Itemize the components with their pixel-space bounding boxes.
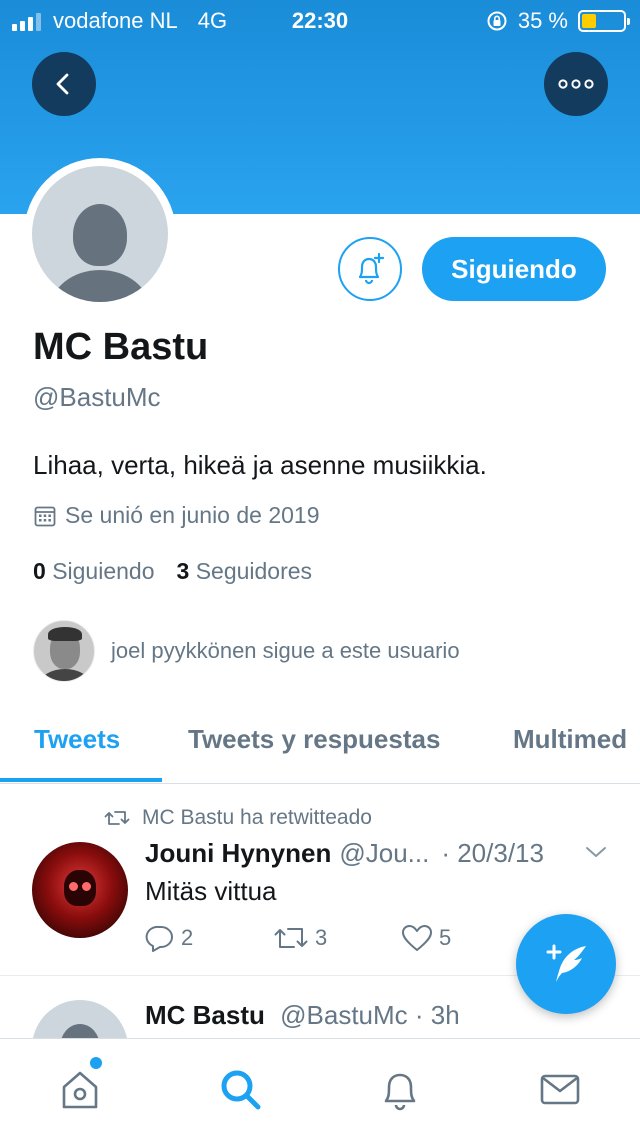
tab-media[interactable]: Multimed [513,724,627,755]
tweet-text: Mitäs vittua [145,876,277,906]
chevron-down-icon[interactable] [584,844,608,860]
heart-icon [402,925,432,951]
tweet-header: Jouni Hynynen @Jou... · 20/3/13 [145,838,615,869]
back-arrow-icon [56,73,69,95]
bottom-tab-bar [0,1038,640,1136]
back-button[interactable] [32,52,96,116]
nav-messages[interactable] [536,1065,584,1113]
battery-fill [582,14,596,28]
retweet-note: MC Bastu ha retwitteado [142,806,372,829]
tweet-author-avatar[interactable] [32,842,128,938]
like-count: 5 [439,925,452,950]
tweet-date: · 3h [414,1000,460,1030]
tweet-actions: 2 3 5 [145,924,529,952]
followed-by-text: joel pyykkönen sigue a este usuario [111,638,460,663]
more-options-button[interactable] [544,52,608,116]
nav-search[interactable] [216,1065,264,1113]
messages-envelope-icon [540,1074,580,1105]
like-button[interactable]: 5 [401,924,529,952]
calendar-icon [34,506,56,526]
reply-count: 2 [181,925,194,950]
followers-label: Seguidores [195,558,313,584]
retweet-icon [104,811,130,825]
following-label: Siguiendo [52,558,155,584]
tweet-author-handle: @BastuMc [280,1000,408,1030]
following-count-link[interactable]: 0 Siguiendo [33,558,155,585]
joined-label: Se unió en junio de 2019 [65,502,320,528]
retweet-count: 3 [315,925,328,950]
nav-notifications[interactable] [376,1065,424,1113]
search-icon [221,1070,261,1110]
notifications-toggle-button[interactable] [338,237,402,301]
notifications-bell-icon [384,1073,416,1111]
reply-button[interactable]: 2 [145,924,273,952]
active-tab-indicator [0,778,162,782]
home-icon [62,1071,98,1109]
status-bar: vodafone NL 4G 22:30 35 % [0,0,640,40]
retweet-context: MC Bastu ha retwitteado [104,806,372,830]
tab-tweets-replies[interactable]: Tweets y respuestas [188,724,440,755]
profile-display-name: MC Bastu [33,326,209,368]
followed-by-row[interactable]: joel pyykkönen sigue a este usuario [33,620,460,682]
following-button[interactable]: Siguiendo [422,237,606,301]
tweet-author-name[interactable]: MC Bastu [145,1000,265,1030]
following-count: 0 [33,558,46,584]
bell-plus-icon [358,252,385,285]
retweet-button[interactable]: 3 [273,924,401,952]
profile-handle: @BastuMc [33,382,161,412]
follow-counts: 0 Siguiendo 3 Seguidores [33,558,312,585]
joined-date: Se unió en junio de 2019 [33,502,320,529]
compose-tweet-button[interactable] [516,914,616,1014]
profile-avatar[interactable] [24,158,176,310]
default-avatar-icon [32,166,168,302]
more-dots-icon [558,79,594,89]
nav-home[interactable] [56,1065,104,1113]
tab-tweets[interactable]: Tweets [34,724,120,755]
new-content-indicator [90,1057,102,1069]
follower-avatar [33,620,95,682]
tweet-header: MC Bastu @BastuMc · 3h [145,1000,460,1031]
retweet-icon [274,928,308,948]
followers-count: 3 [176,558,190,584]
battery-percent: 35 % [517,8,568,33]
reply-icon [145,925,173,952]
tweet-author-handle: @Jou... [339,838,430,868]
profile-tabs: Tweets Tweets y respuestas Multimed [0,712,640,784]
compose-feather-icon [546,944,586,982]
tweet-author-name[interactable]: Jouni Hynynen [145,838,331,869]
battery-icon [578,10,630,32]
profile-bio: Lihaa, verta, hikeä ja asenne musiikkia. [33,450,487,480]
rotation-lock-icon [487,11,507,31]
tweet-date: · 20/3/13 [441,838,544,868]
followers-count-link[interactable]: 3 Seguidores [177,558,313,585]
